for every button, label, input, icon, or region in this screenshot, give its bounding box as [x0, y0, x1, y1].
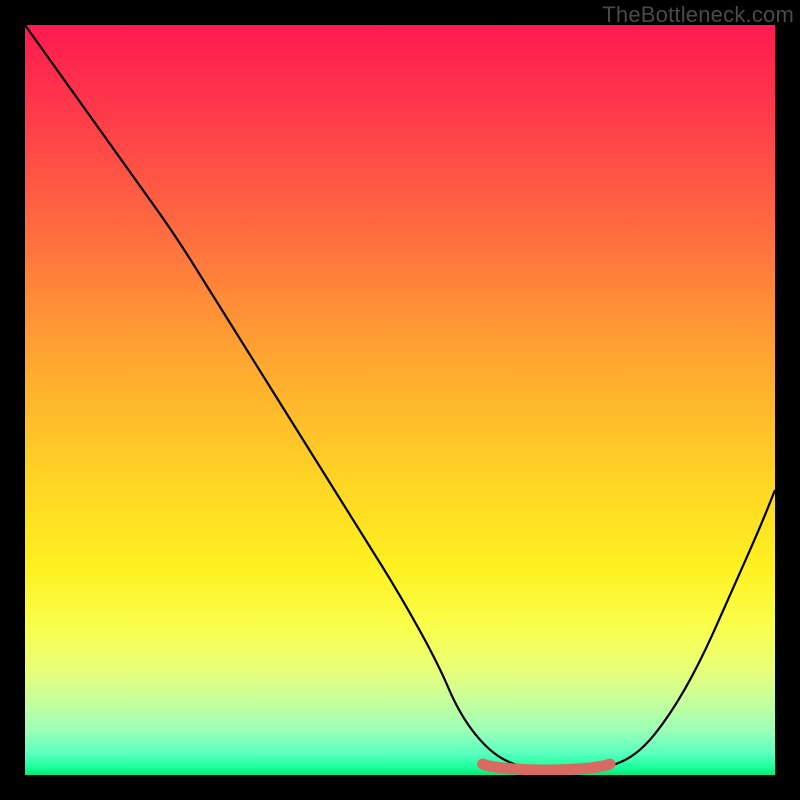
flat-region-highlight — [483, 764, 611, 770]
chart-frame: TheBottleneck.com — [0, 0, 800, 800]
bottleneck-curve-path — [25, 25, 775, 771]
plot-area — [25, 25, 775, 775]
curve-svg — [25, 25, 775, 775]
